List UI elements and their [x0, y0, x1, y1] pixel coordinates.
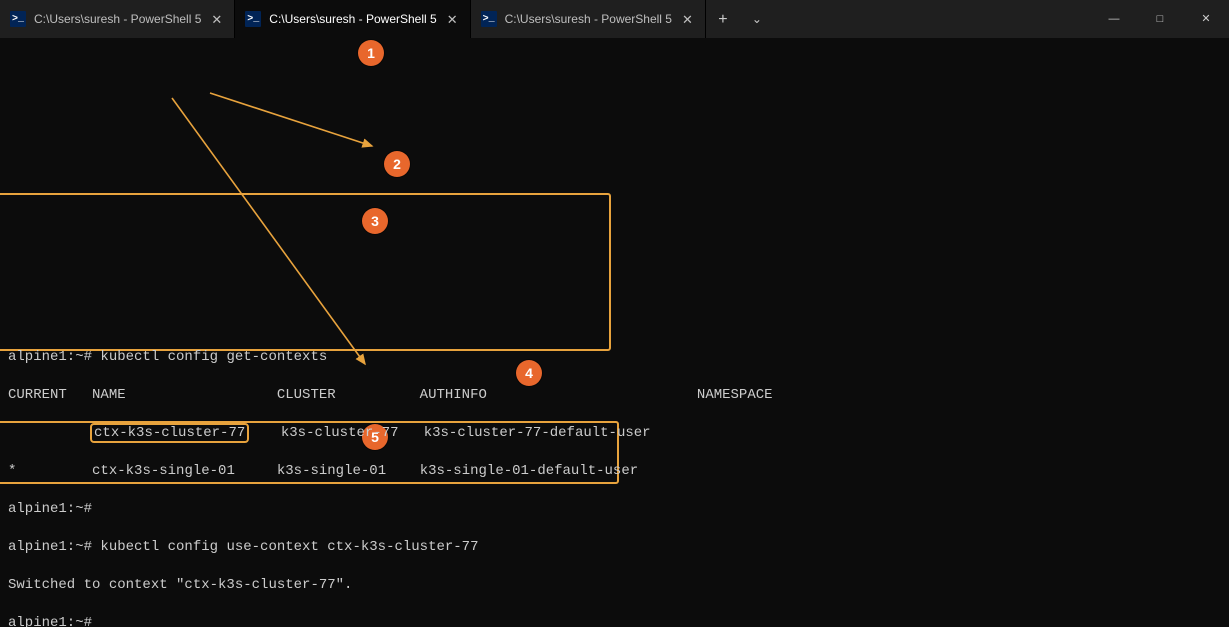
window-titlebar: >_ C:\Users\suresh - PowerShell 5 ✕ >_ C… — [0, 0, 1229, 38]
terminal-output[interactable]: 1 2 3 4 5 alpine1:~# kubectl config get-… — [0, 38, 1229, 627]
window-controls: — □ ✕ — [1091, 0, 1229, 38]
context-row: * ctx-k3s-single-01 k3s-single-01 k3s-si… — [8, 462, 1221, 481]
terminal-line: Switched to context "ctx-k3s-cluster-77"… — [8, 576, 1221, 595]
close-tab-icon[interactable]: ✕ — [209, 10, 224, 29]
tab-dropdown-icon[interactable]: ⌄ — [740, 10, 774, 29]
annotation-badge-1: 1 — [358, 40, 384, 66]
close-tab-icon[interactable]: ✕ — [445, 10, 460, 29]
terminal-line: alpine1:~# kubectl config get-contexts — [8, 348, 1221, 367]
minimize-button[interactable]: — — [1091, 0, 1137, 38]
terminal-line: CURRENT NAME CLUSTER AUTHINFO NAMESPACE — [8, 386, 1221, 405]
tab-2[interactable]: >_ C:\Users\suresh - PowerShell 5 ✕ — [235, 0, 470, 38]
context-row: ctx-k3s-cluster-77 k3s-cluster-77 k3s-cl… — [8, 424, 1221, 443]
powershell-icon: >_ — [481, 11, 497, 27]
maximize-button[interactable]: □ — [1137, 0, 1183, 38]
tab-1[interactable]: >_ C:\Users\suresh - PowerShell 5 ✕ — [0, 0, 235, 38]
highlighted-context-name: ctx-k3s-cluster-77 — [90, 423, 249, 443]
highlight-box-nodes-cluster — [0, 193, 611, 351]
annotation-badge-3: 3 — [362, 208, 388, 234]
terminal-line: alpine1:~# — [8, 500, 1221, 519]
tab-3[interactable]: >_ C:\Users\suresh - PowerShell 5 ✕ — [471, 0, 706, 38]
terminal-line: alpine1:~# — [8, 614, 1221, 627]
annotation-badge-2: 2 — [384, 151, 410, 177]
tab-label: C:\Users\suresh - PowerShell 5 — [34, 10, 201, 29]
close-window-button[interactable]: ✕ — [1183, 0, 1229, 38]
tab-label: C:\Users\suresh - PowerShell 5 — [269, 10, 436, 29]
new-tab-button[interactable]: + — [706, 10, 740, 29]
terminal-line: alpine1:~# kubectl config use-context ct… — [8, 538, 1221, 557]
tab-label: C:\Users\suresh - PowerShell 5 — [505, 10, 672, 29]
close-tab-icon[interactable]: ✕ — [680, 10, 695, 29]
powershell-icon: >_ — [245, 11, 261, 27]
powershell-icon: >_ — [10, 11, 26, 27]
